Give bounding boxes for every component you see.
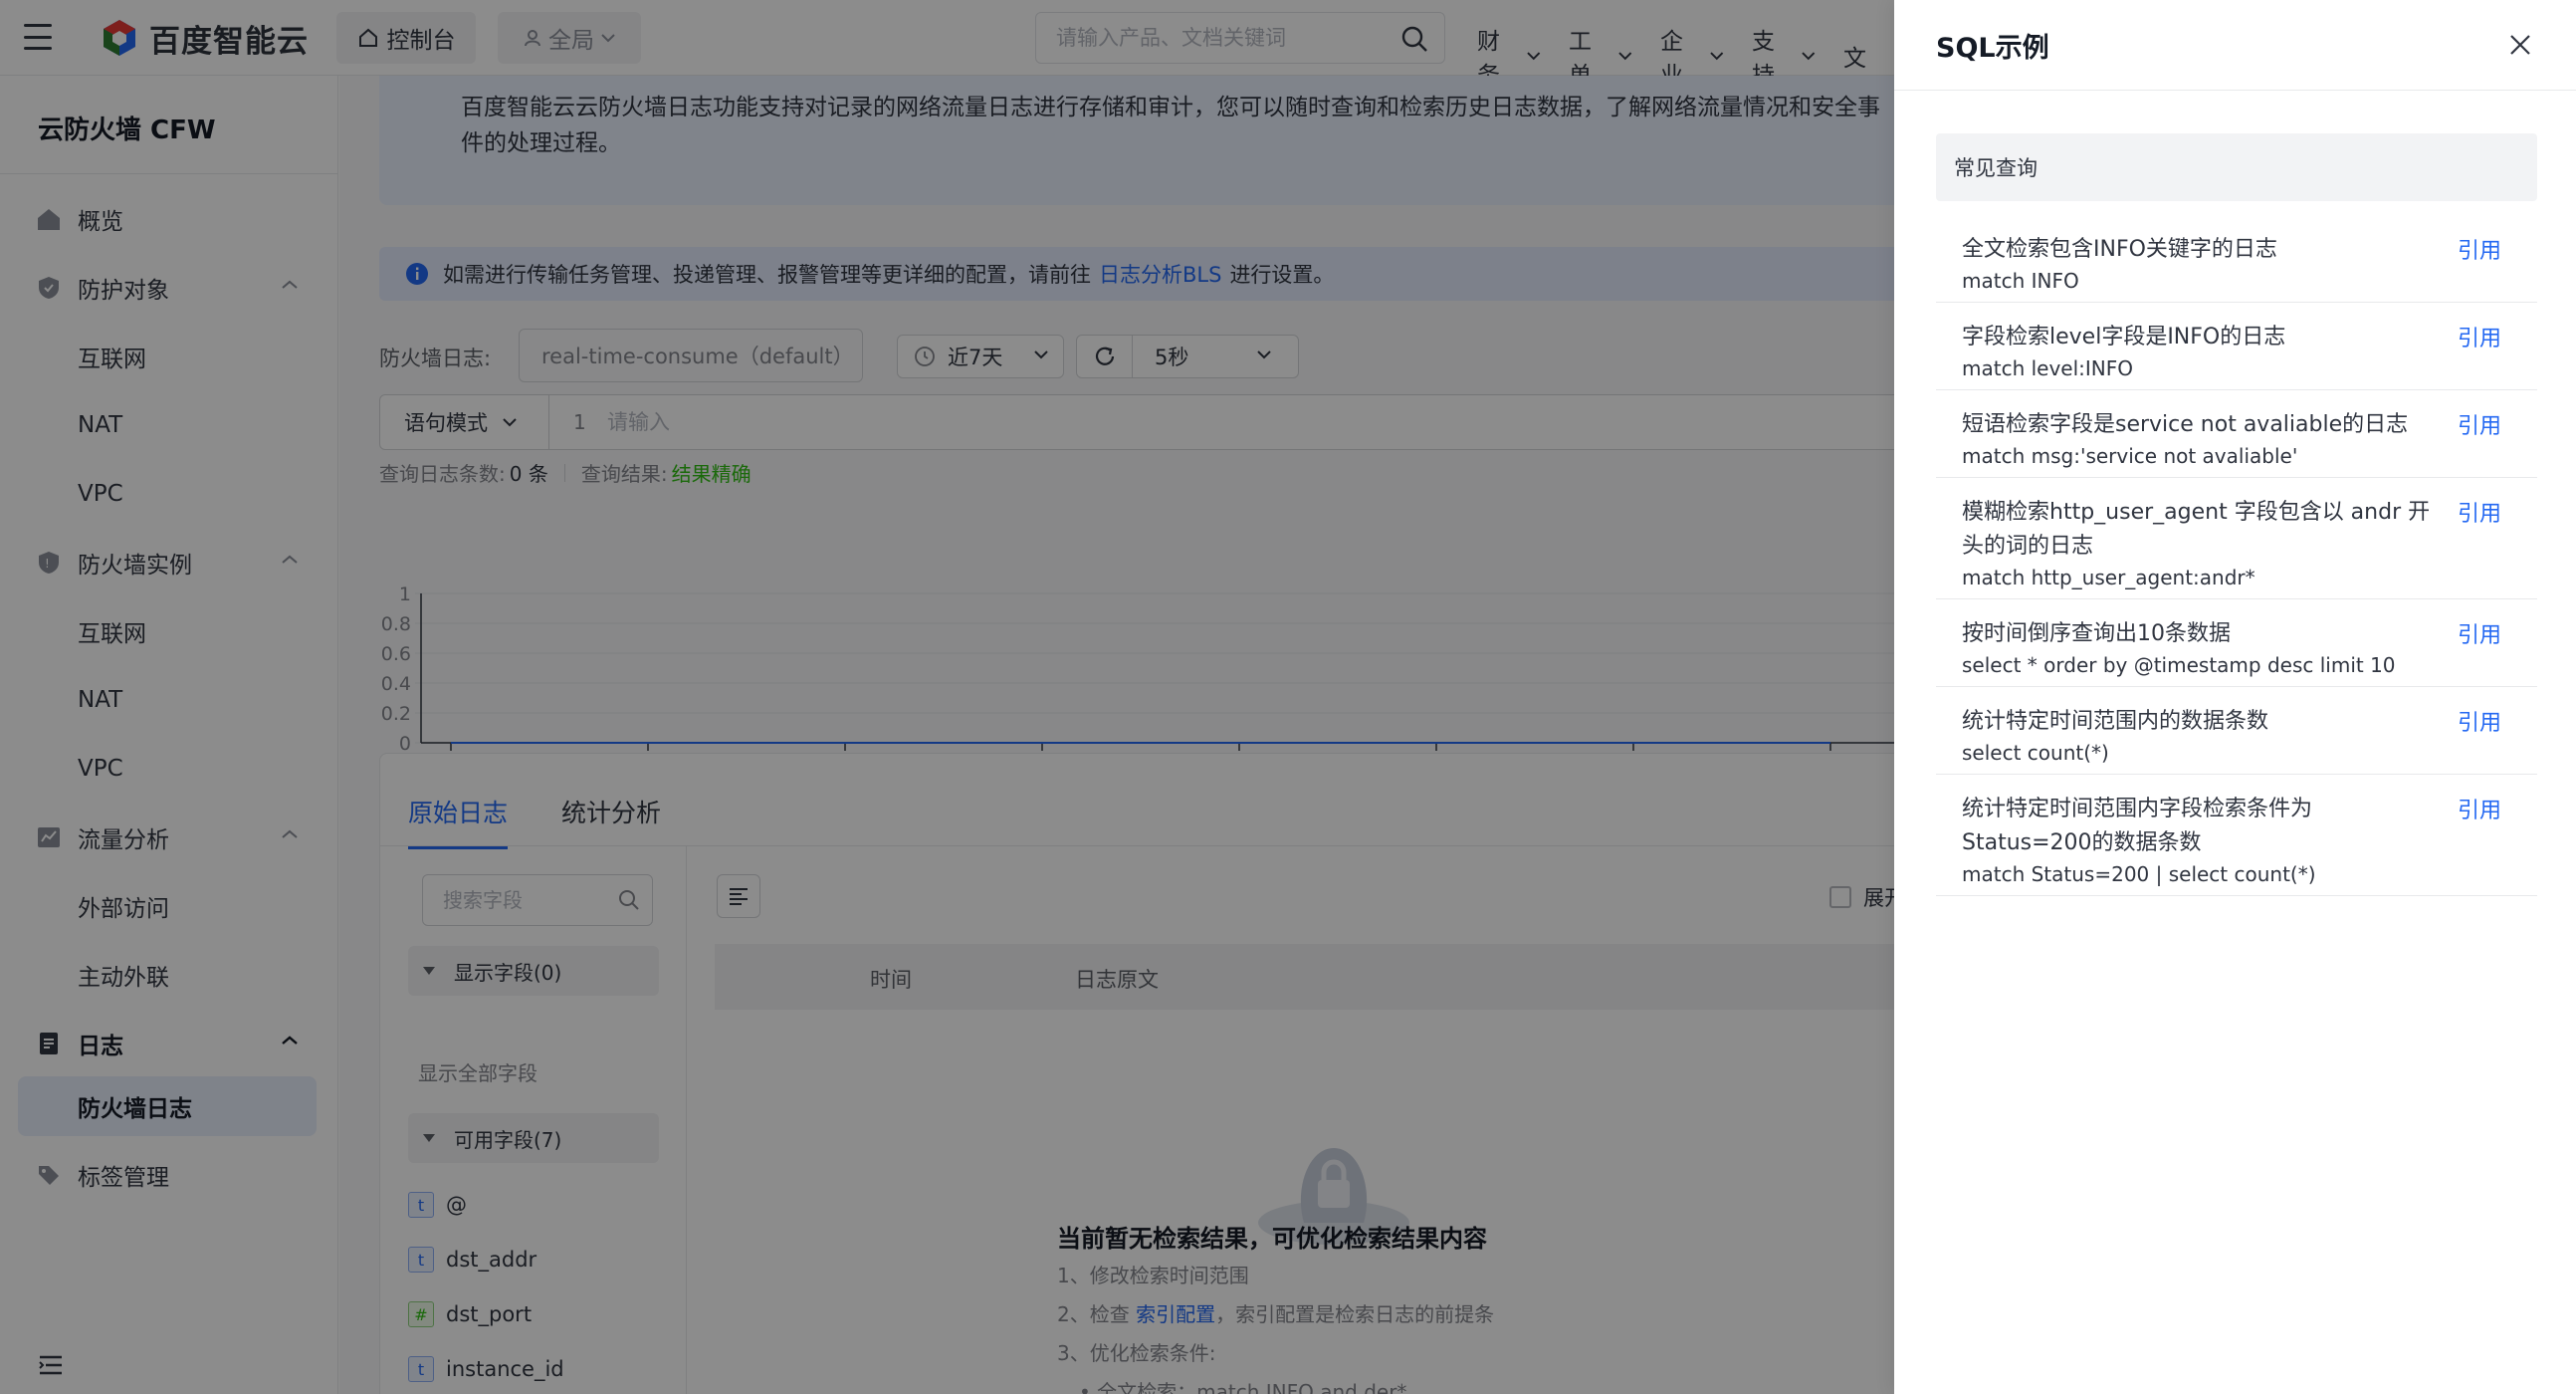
sql-example-item: 字段检索level字段是INFO的日志 match level:INFO 引用 [1936,303,2537,390]
reference-button[interactable]: 引用 [2458,233,2501,265]
example-title: 模糊检索http_user_agent 字段包含以 andr 开头的词的日志 [1962,500,2431,559]
sql-example-item: 短语检索字段是service not avaliable的日志 match ms… [1936,390,2537,478]
drawer-title: SQL示例 [1936,33,2049,64]
sql-example-item: 模糊检索http_user_agent 字段包含以 andr 开头的词的日志 m… [1936,478,2537,599]
example-code: match INFO [1962,269,2079,293]
sql-example-item: 统计特定时间范围内字段检索条件为Status=200的数据条数 match St… [1936,775,2537,896]
example-code: match level:INFO [1962,356,2134,380]
example-title: 按时间倒序查询出10条数据 [1962,621,2231,646]
example-title: 统计特定时间范围内的数据条数 [1962,709,2269,734]
drawer-header-divider [1894,90,2576,91]
example-title: 统计特定时间范围内字段检索条件为Status=200的数据条数 [1962,797,2313,855]
reference-button[interactable]: 引用 [2458,705,2501,737]
example-title: 全文检索包含INFO关键字的日志 [1962,237,2277,262]
reference-button[interactable]: 引用 [2458,321,2501,352]
sql-example-item: 统计特定时间范围内的数据条数 select count(*) 引用 [1936,687,2537,775]
reference-button[interactable]: 引用 [2458,793,2501,824]
example-code: match Status=200 | select count(*) [1962,862,2316,886]
modal-mask[interactable] [0,0,1894,1394]
reference-button[interactable]: 引用 [2458,617,2501,649]
sql-example-item: 全文检索包含INFO关键字的日志 match INFO 引用 [1936,215,2537,303]
example-title: 短语检索字段是service not avaliable的日志 [1962,412,2409,437]
example-code: match http_user_agent:andr* [1962,566,2255,589]
reference-button[interactable]: 引用 [2458,496,2501,528]
example-code: match msg:'service not avaliable' [1962,444,2298,468]
reference-button[interactable]: 引用 [2458,408,2501,440]
example-code: select * order by @timestamp desc limit … [1962,653,2396,677]
example-title: 字段检索level字段是INFO的日志 [1962,325,2286,349]
example-code: select count(*) [1962,741,2109,765]
common-queries-header: 常见查询 [1936,133,2537,201]
sql-example-item: 按时间倒序查询出10条数据 select * order by @timesta… [1936,599,2537,687]
sql-examples-drawer: SQL示例 常见查询 全文检索包含INFO关键字的日志 match INFO 引… [1894,0,2576,1394]
close-icon[interactable] [2507,32,2533,58]
